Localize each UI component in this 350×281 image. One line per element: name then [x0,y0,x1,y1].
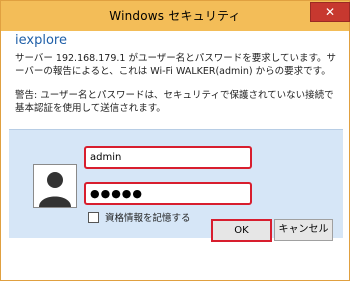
close-button[interactable]: ✕ [310,2,350,22]
remember-credentials[interactable]: 資格情報を記憶する [88,210,191,224]
security-dialog: Windows セキュリティ ✕ iexplore サーバー 192.168.1… [0,0,350,281]
username-field[interactable]: admin [84,146,252,169]
window-title: Windows セキュリティ [109,9,241,23]
close-icon: ✕ [324,5,336,19]
user-avatar-icon [33,164,77,208]
warning-message: 警告: ユーザー名とパスワードは、セキュリティで保護されていない接続で基本認証を… [15,90,334,114]
remember-label: 資格情報を記憶する [105,213,191,224]
app-name: iexplore [15,33,67,48]
request-message: サーバー 192.168.179.1 がユーザー名とパスワードを要求しています。… [15,53,337,77]
cancel-button[interactable]: キャンセル [274,219,333,241]
ok-button[interactable]: OK [211,219,272,242]
title-bar: Windows セキュリティ ✕ [1,1,350,31]
password-field[interactable]: ●●●●● [84,182,252,205]
checkbox-icon[interactable] [88,211,99,223]
dialog-content: iexplore サーバー 192.168.179.1 がユーザー名とパスワード… [9,31,343,238]
